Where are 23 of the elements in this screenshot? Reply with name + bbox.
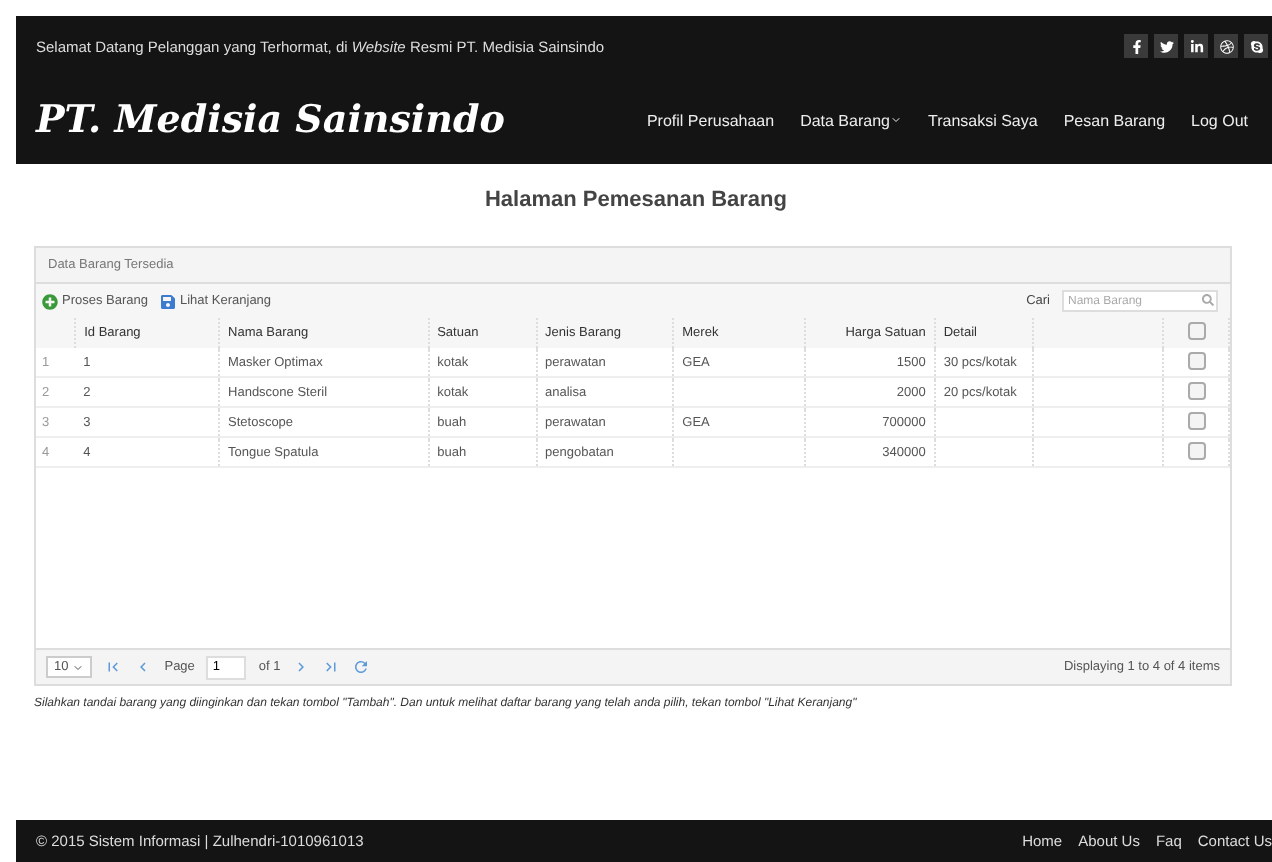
facebook-icon[interactable] — [1124, 34, 1148, 58]
nav-link[interactable]: Pesan Barang — [1063, 111, 1166, 129]
page-title: Halaman Pemesanan Barang — [482, 188, 789, 212]
site-logo[interactable]: PT. Medisia Sainsindo — [36, 98, 505, 142]
nav-link[interactable]: Transaksi Saya — [927, 111, 1038, 129]
linkedin-icon[interactable] — [1184, 34, 1208, 58]
caret-icon — [72, 661, 85, 673]
row-checkbox[interactable] — [1187, 351, 1206, 369]
select-all-checkbox[interactable] — [1187, 322, 1206, 340]
last-page-icon[interactable] — [322, 658, 341, 676]
row-checkbox[interactable] — [1187, 411, 1206, 429]
plus-icon — [42, 293, 58, 309]
row-checkbox[interactable] — [1187, 381, 1206, 399]
first-page-icon[interactable] — [104, 658, 123, 676]
nav-link[interactable]: Profil Perusahaan — [646, 111, 775, 129]
refresh-icon[interactable] — [352, 658, 371, 676]
dribbble-icon[interactable] — [1214, 34, 1238, 58]
row-checkbox[interactable] — [1187, 441, 1206, 459]
nav-link[interactable]: Log Out — [1191, 111, 1248, 129]
nav-link[interactable]: Data Barang — [800, 111, 902, 129]
twitter-icon[interactable] — [1154, 34, 1178, 58]
skype-icon[interactable] — [1244, 34, 1268, 58]
search-icon[interactable] — [1202, 294, 1214, 306]
